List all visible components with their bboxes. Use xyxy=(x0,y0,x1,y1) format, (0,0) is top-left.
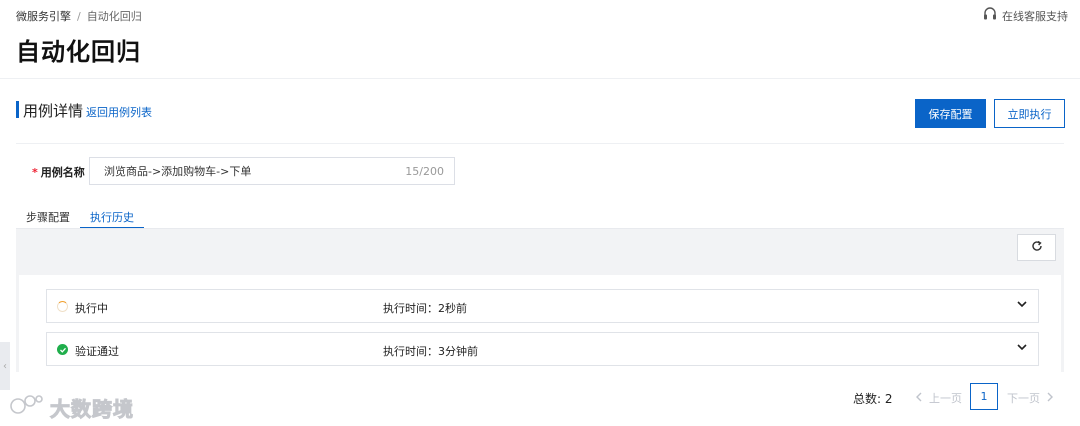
breadcrumb-item-current: 自动化回归 xyxy=(86,10,142,23)
sidebar-collapse-handle[interactable]: ‹ xyxy=(0,342,10,390)
run-now-button[interactable]: 立即执行 xyxy=(994,99,1065,128)
breadcrumb-separator: / xyxy=(77,9,81,23)
headset-icon xyxy=(982,6,998,25)
chevron-left-icon: ‹ xyxy=(3,360,7,372)
next-page-button[interactable]: 下一页 xyxy=(1007,390,1054,406)
tab-step-config[interactable]: 步骤配置 xyxy=(16,211,80,229)
history-toolbar xyxy=(16,229,1064,269)
history-row-passed[interactable]: 验证通过 执行时间：3分钟前 xyxy=(46,332,1039,366)
chevron-down-icon[interactable] xyxy=(1015,340,1029,354)
pagination-total: 总数: 2 xyxy=(853,392,893,406)
chevron-left-icon xyxy=(915,392,923,405)
page-root: 微服务引擎 / 自动化回归 在线客服支持 自动化回归 用例详情 返回用例列表 保… xyxy=(0,0,1080,426)
case-name-value: 浏览商品->添加购物车->下单 xyxy=(104,165,252,178)
page-number-current[interactable]: 1 xyxy=(970,383,998,410)
refresh-button[interactable] xyxy=(1017,234,1056,261)
breadcrumb: 微服务引擎 / 自动化回归 xyxy=(16,8,142,24)
save-config-button[interactable]: 保存配置 xyxy=(915,99,986,128)
next-page-label: 下一页 xyxy=(1007,392,1040,405)
required-mark: * xyxy=(32,166,38,179)
section-title: 用例详情 xyxy=(23,102,84,120)
support-label: 在线客服支持 xyxy=(1002,9,1068,23)
chevron-down-icon[interactable] xyxy=(1015,297,1029,311)
row-status: 执行中 xyxy=(75,302,108,315)
check-circle-icon xyxy=(57,344,68,355)
tab-bar: 步骤配置 执行历史 xyxy=(16,211,144,229)
prev-page-label: 上一页 xyxy=(929,392,962,405)
case-name-label-text: 用例名称 xyxy=(40,166,85,179)
watermark-logo-icon xyxy=(8,392,44,422)
header-divider xyxy=(0,78,1080,79)
page-title: 自动化回归 xyxy=(16,38,141,66)
watermark-text: 大数跨境 xyxy=(50,396,134,421)
tab-execution-history[interactable]: 执行历史 xyxy=(80,211,144,229)
row-exec-time: 执行时间：2秒前 xyxy=(383,302,467,315)
char-counter: 15/200 xyxy=(405,164,444,178)
section-accent-bar xyxy=(16,101,19,118)
row-status: 验证通过 xyxy=(75,345,119,358)
case-name-label: * 用例名称 xyxy=(32,164,85,180)
breadcrumb-item-engine[interactable]: 微服务引擎 xyxy=(16,8,71,24)
online-support-link[interactable]: 在线客服支持 xyxy=(982,6,1068,25)
section-divider xyxy=(16,143,1064,144)
spinner-icon xyxy=(57,301,68,312)
row-exec-time: 执行时间：3分钟前 xyxy=(383,345,478,358)
chevron-right-icon xyxy=(1046,392,1054,405)
watermark: 大数跨境 xyxy=(8,392,134,422)
back-to-case-list-link[interactable]: 返回用例列表 xyxy=(86,104,152,120)
case-name-input[interactable]: 浏览商品->添加购物车->下单 15/200 xyxy=(89,157,455,185)
history-row-running[interactable]: 执行中 执行时间：2秒前 xyxy=(46,289,1039,323)
prev-page-button[interactable]: 上一页 xyxy=(915,390,962,406)
refresh-icon xyxy=(1031,240,1043,256)
